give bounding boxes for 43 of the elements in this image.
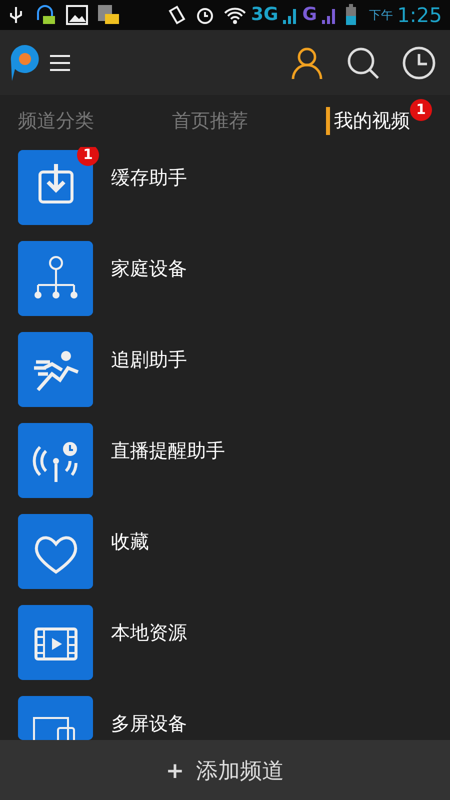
runner-icon (18, 332, 93, 407)
notification-badge: 1 (77, 147, 99, 166)
usb-icon (8, 5, 24, 25)
item-label: 直播提醒助手 (111, 439, 225, 464)
tab[interactable]: 首页推荐 (172, 106, 248, 136)
clock-time: 1:25 (397, 5, 442, 25)
list-item[interactable]: 直播提醒助手 (0, 420, 450, 511)
list-item[interactable]: 家庭设备 (0, 238, 450, 329)
list-item[interactable]: 收藏 (0, 511, 450, 602)
battery-icon (345, 4, 358, 26)
network-label: 3G (250, 6, 278, 24)
tab[interactable]: 频道分类 (18, 106, 94, 136)
menu-icon (48, 53, 72, 74)
account-button[interactable] (290, 46, 324, 80)
item-label: 收藏 (111, 530, 149, 555)
item-label: 缓存助手 (111, 166, 187, 191)
broadcast-icon (18, 423, 93, 498)
wifi-icon (222, 5, 247, 25)
person-icon (290, 46, 324, 80)
search-button[interactable] (346, 46, 380, 80)
vibrate-icon (166, 5, 187, 25)
download-icon (18, 150, 93, 225)
add-channel-button[interactable]: + 添加频道 (0, 740, 450, 800)
list-item[interactable]: 1 缓存助手 (0, 147, 450, 238)
list-item[interactable]: 追剧助手 (0, 329, 450, 420)
plus-icon: + (166, 754, 184, 788)
item-label: 本地资源 (111, 621, 187, 646)
devices-icon (18, 696, 93, 740)
notification-badge: 1 (410, 98, 432, 121)
clock-icon (402, 46, 436, 80)
image-icon (66, 5, 88, 25)
item-label: 家庭设备 (111, 257, 187, 282)
alarm-icon (194, 5, 215, 25)
list-item[interactable]: 本地资源 (0, 602, 450, 693)
search-icon (346, 46, 380, 80)
network-icon (18, 241, 93, 316)
network-label: G (302, 6, 318, 24)
logo-icon (10, 44, 40, 82)
film-icon (18, 605, 93, 680)
item-label: 多屏设备 (111, 712, 187, 737)
history-button[interactable] (402, 46, 436, 80)
time-period: 下午 (369, 7, 394, 24)
item-label: 追剧助手 (111, 348, 187, 373)
